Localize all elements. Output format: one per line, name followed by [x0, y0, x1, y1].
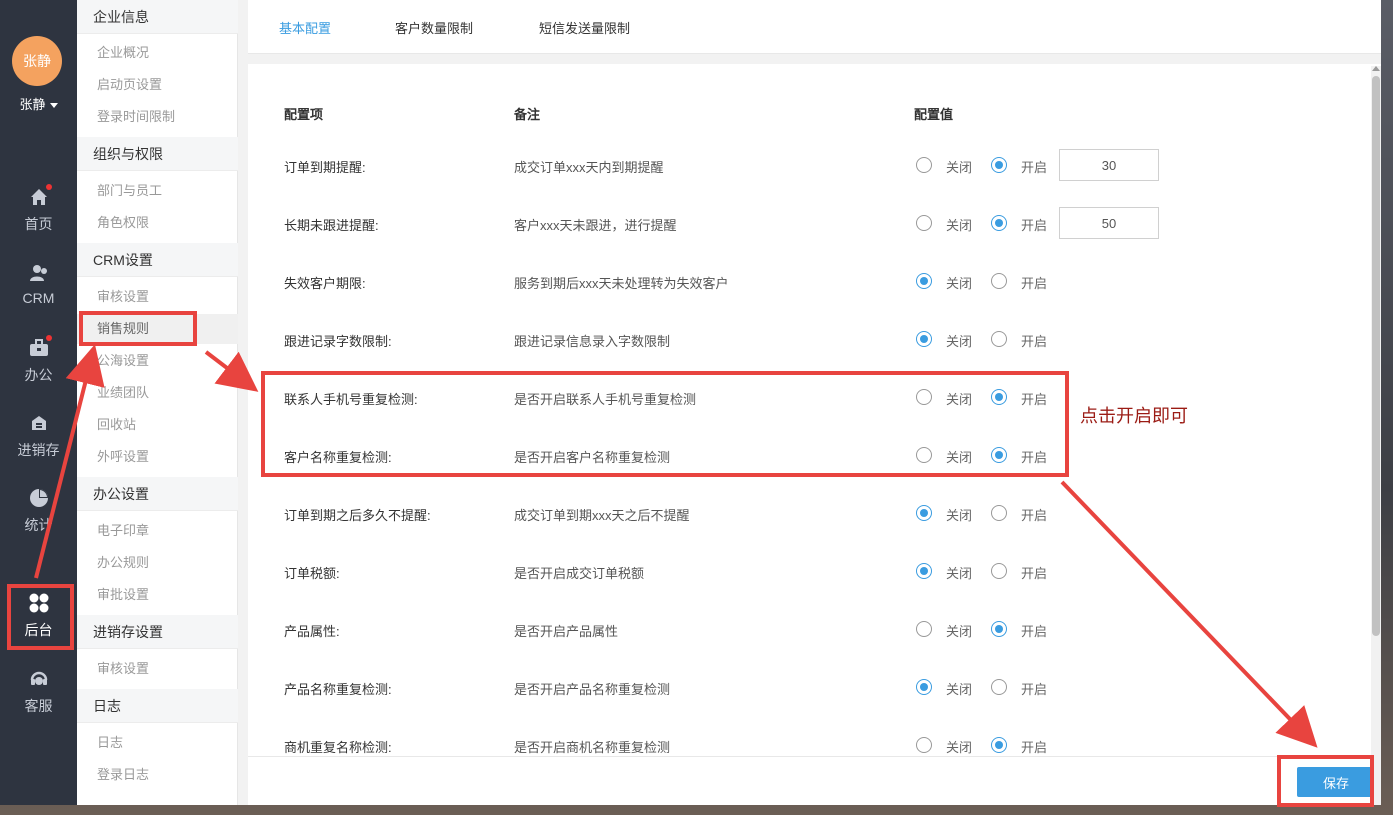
arrow-admin-to-rules	[34, 344, 105, 579]
arrow-rows-to-save	[1060, 480, 1318, 748]
annotation-arrows	[34, 344, 1318, 748]
arrow-rules-to-rows	[204, 350, 259, 392]
